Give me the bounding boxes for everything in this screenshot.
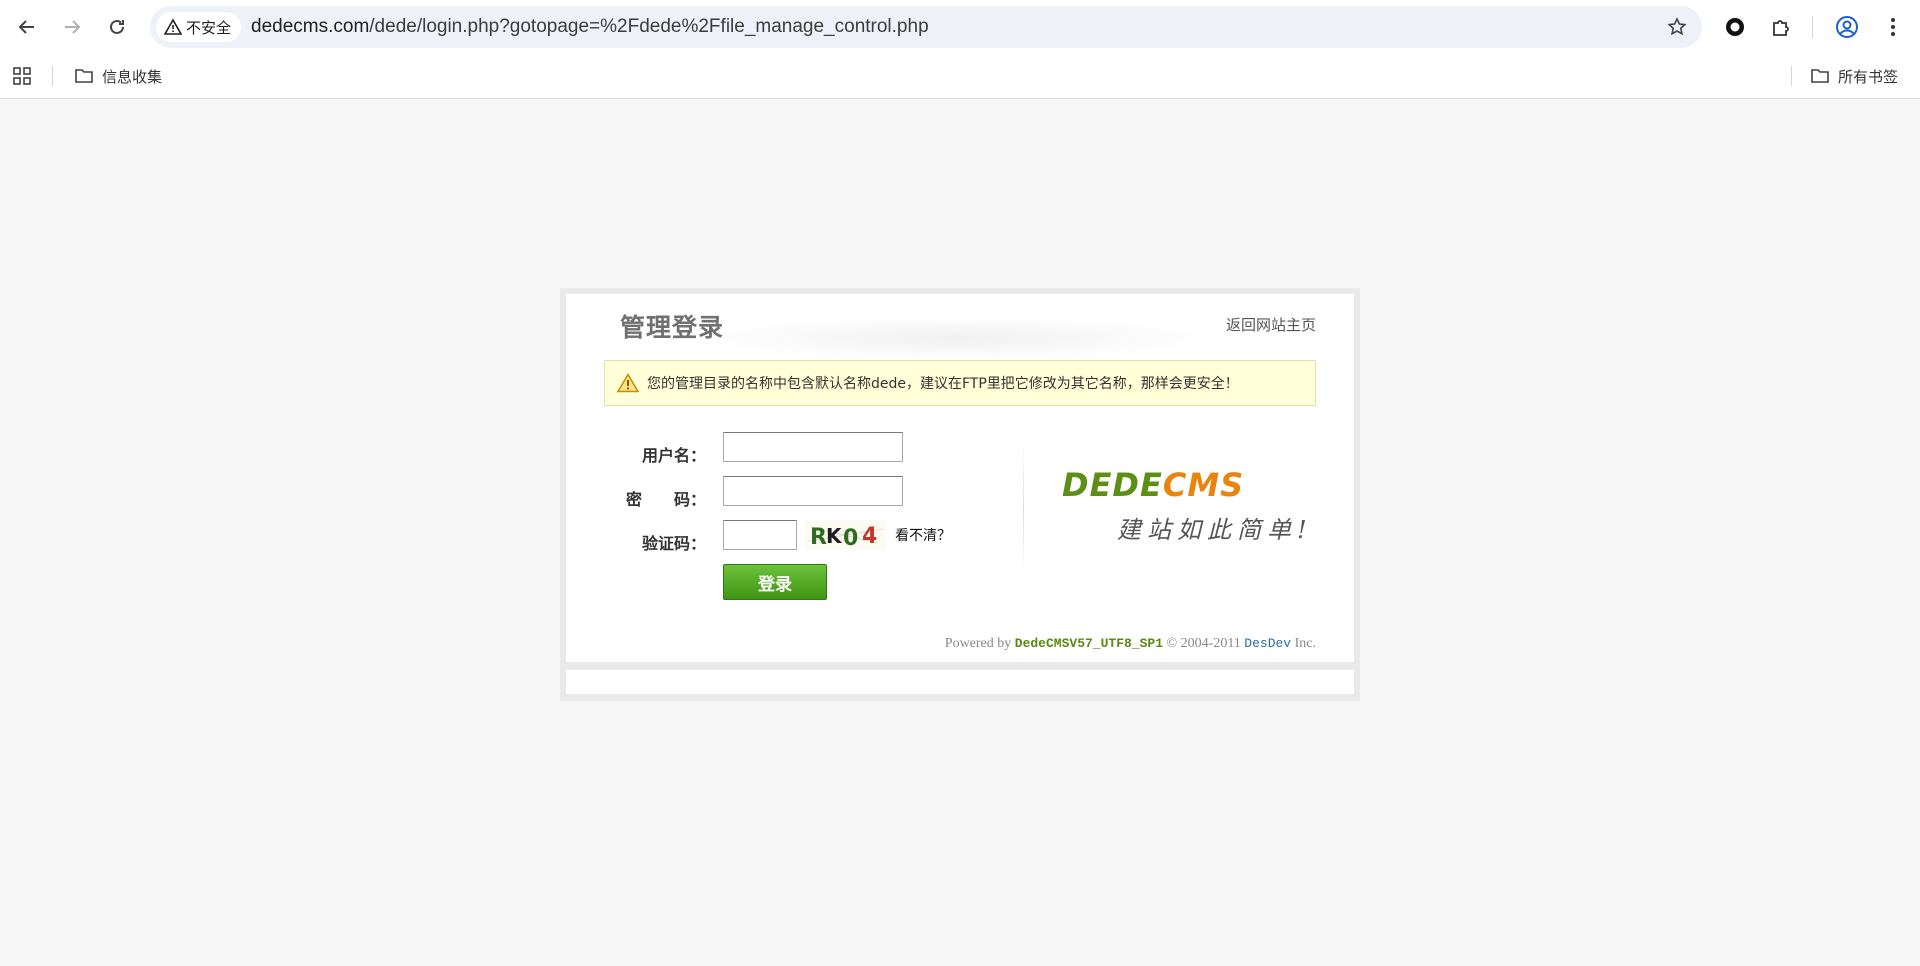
copyright-text: © 2004-2011 <box>1166 636 1241 651</box>
page-title: 管理登录 <box>620 314 725 342</box>
warning-icon <box>164 18 182 35</box>
browser-toolbar: 不安全 dedecms.com/dede/login.php?gotopage=… <box>0 0 1920 54</box>
arrow-right-icon <box>65 20 81 34</box>
circle-extension-icon <box>1726 18 1744 36</box>
svg-text:0: 0 <box>843 526 859 549</box>
address-bar[interactable]: 不安全 dedecms.com/dede/login.php?gotopage=… <box>150 6 1702 48</box>
all-bookmarks-label: 所有书签 <box>1838 67 1899 86</box>
all-bookmarks-button[interactable]: 所有书签 <box>1810 62 1898 90</box>
login-box: 管理登录 返回网站主页 您的管理目录的名称中包含默认名称dede，建议在FTP里… <box>566 294 1354 662</box>
url-path: /dede/login.php?gotopage=%2Fdede%2Ffile_… <box>369 16 929 37</box>
username-label: 用户名： <box>641 446 706 465</box>
password-input[interactable] <box>723 476 903 506</box>
svg-text:K: K <box>826 524 843 548</box>
logo-wordmark: DEDECMS <box>1062 466 1244 504</box>
profile-button[interactable] <box>1832 12 1862 42</box>
captcha-image[interactable]: R K 0 4 <box>806 520 886 550</box>
bookmarks-bar: 信息收集 所有书签 <box>0 54 1920 99</box>
extension-circle-button[interactable] <box>1720 12 1750 42</box>
powered-by-footer: Powered by DedeCMSV57_UTF8_SP1 © 2004-20… <box>945 636 1316 652</box>
bookmark-folder-info[interactable]: 信息收集 <box>74 62 162 90</box>
header-decoration <box>696 316 1216 360</box>
captcha-glyphs: R K 0 4 <box>808 524 884 549</box>
logo-slogan: 建站如此简单! <box>1117 516 1313 544</box>
dedecms-logo: DEDECMS 建站如此简单! <box>1062 466 1332 556</box>
svg-text:4: 4 <box>862 524 878 549</box>
footer-suffix: Inc. <box>1294 636 1316 651</box>
security-chip[interactable]: 不安全 <box>156 12 242 42</box>
captcha-input[interactable] <box>723 520 797 550</box>
url-host: dedecms.com <box>251 16 370 37</box>
version-link[interactable]: DedeCMSV57_UTF8_SP1 <box>1015 636 1163 651</box>
profile-icon <box>1836 16 1858 38</box>
login-button[interactable]: 登录 <box>723 564 827 600</box>
menu-button[interactable] <box>1878 12 1908 42</box>
login-footer-bar <box>566 670 1354 694</box>
captcha-refresh-link[interactable]: 看不清？ <box>895 525 951 545</box>
bookmark-star-button[interactable] <box>1664 14 1690 40</box>
star-icon <box>1667 17 1687 36</box>
folder-icon <box>1811 69 1829 83</box>
company-link[interactable]: DesDev <box>1244 636 1291 651</box>
puzzle-icon <box>1773 20 1789 36</box>
bookmarks-separator-right <box>1791 66 1792 86</box>
vertical-divider <box>1023 444 1024 574</box>
notice-text: 您的管理目录的名称中包含默认名称dede，建议在FTP里把它修改为其它名称，那样… <box>647 376 1239 392</box>
password-label: 密 码： <box>625 490 706 509</box>
toolbar-separator <box>1812 16 1813 38</box>
back-button[interactable] <box>12 12 42 42</box>
reload-button[interactable] <box>102 12 132 42</box>
apps-grid-icon <box>13 67 31 85</box>
logo-dede: DEDE <box>1062 466 1163 504</box>
bookmarks-separator <box>52 66 53 86</box>
logo-cms: CMS <box>1162 466 1245 504</box>
forward-button[interactable] <box>57 12 87 42</box>
extensions-button[interactable] <box>1766 12 1796 42</box>
security-notice: 您的管理目录的名称中包含默认名称dede，建议在FTP里把它修改为其它名称，那样… <box>604 360 1316 406</box>
reload-icon <box>110 19 124 34</box>
arrow-left-icon <box>18 20 34 34</box>
security-label: 不安全 <box>186 18 232 37</box>
warning-triangle-icon <box>617 373 639 393</box>
username-input[interactable] <box>723 432 903 462</box>
apps-button[interactable] <box>12 62 32 90</box>
folder-icon <box>75 69 93 83</box>
url-text[interactable]: dedecms.com/dede/login.php?gotopage=%2Fd… <box>251 16 929 38</box>
bookmark-label: 信息收集 <box>102 67 163 86</box>
captcha-label: 验证码： <box>641 534 706 553</box>
login-panel: 管理登录 返回网站主页 您的管理目录的名称中包含默认名称dede，建议在FTP里… <box>560 288 1360 701</box>
back-to-home-link[interactable]: 返回网站主页 <box>1226 314 1316 335</box>
more-vertical-icon <box>1891 18 1895 36</box>
powered-prefix: Powered by <box>944 636 1012 651</box>
